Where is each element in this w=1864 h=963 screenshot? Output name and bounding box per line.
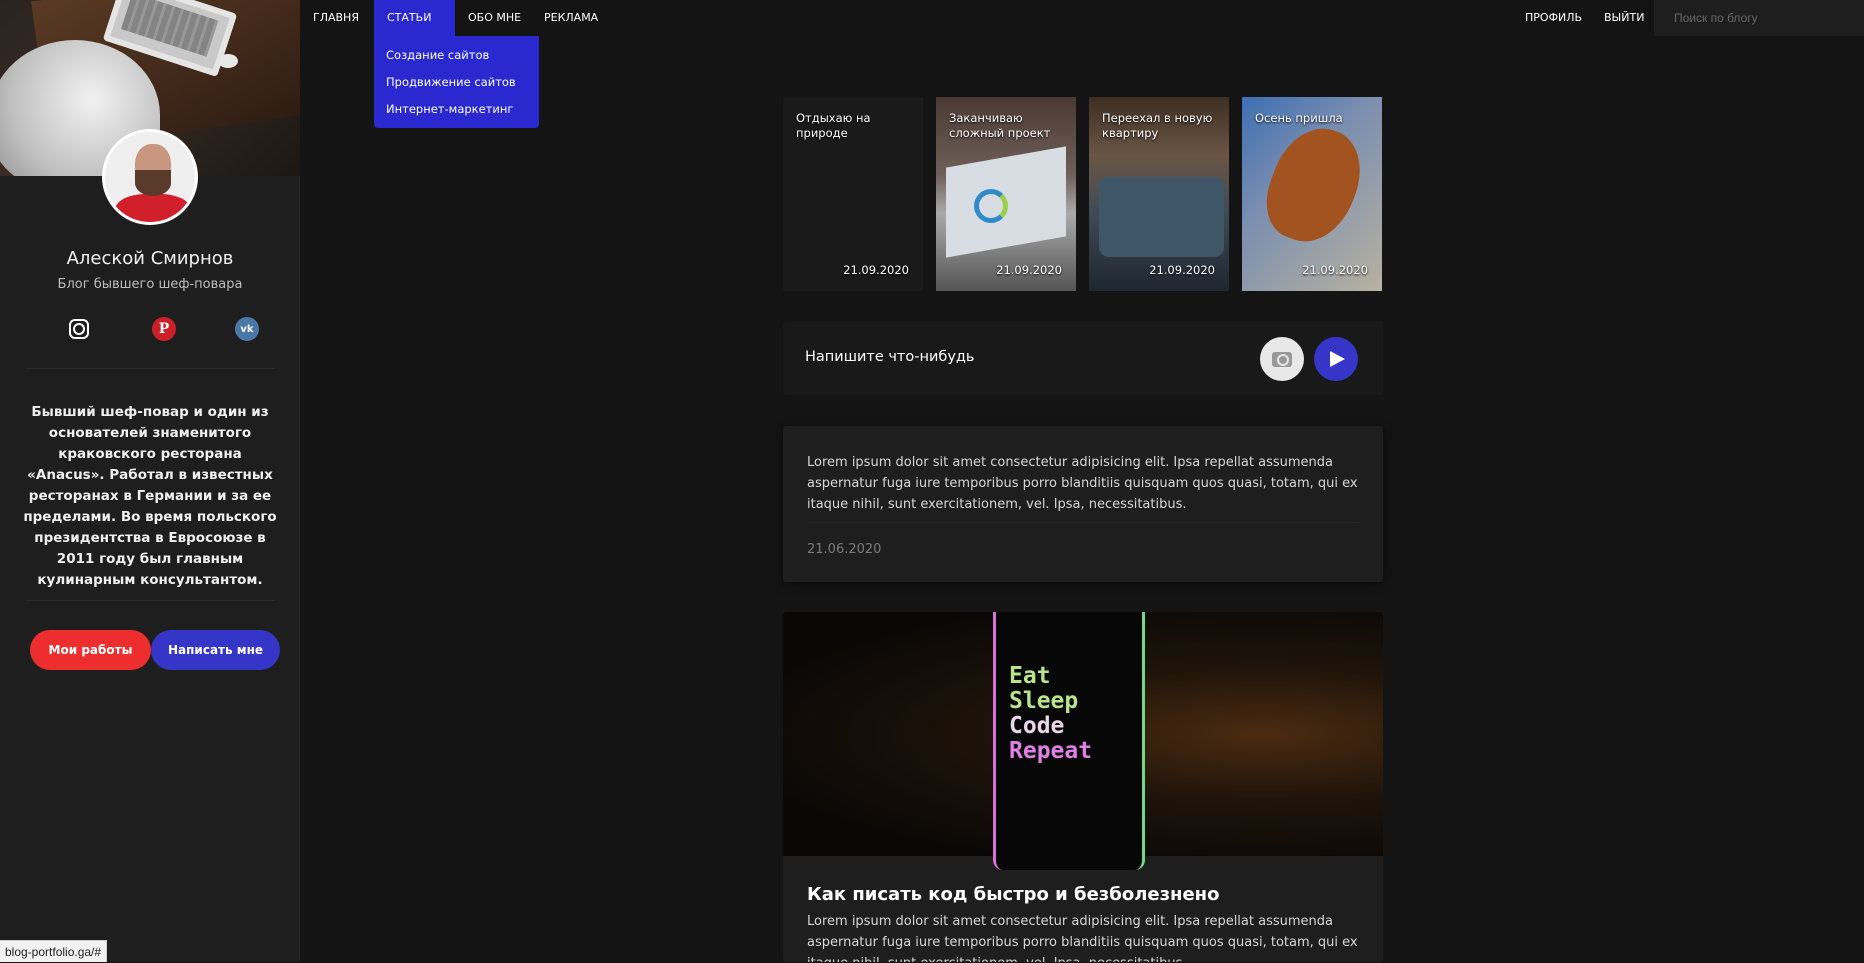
post-image[interactable]: Eat Sleep Code Repeat: [783, 612, 1383, 870]
post-composer: Напишите что-нибудь: [783, 321, 1383, 395]
camera-icon[interactable]: [1260, 337, 1304, 381]
post-title[interactable]: Как писать код быстро и безболезнено: [807, 884, 1220, 905]
image-text: Eat Sleep Code Repeat: [1009, 664, 1092, 764]
story-date: 21.09.2020: [843, 263, 909, 277]
story-title: Заканчиваю сложный проект: [949, 111, 1051, 140]
my-works-button[interactable]: Мои работы: [30, 630, 151, 670]
instagram-icon[interactable]: [69, 319, 89, 339]
story-date: 21.09.2020: [1149, 263, 1215, 277]
story-card[interactable]: Осень пришла 21.09.2020: [1242, 97, 1382, 291]
nav-logout[interactable]: ВЫЙТИ: [1591, 0, 1657, 36]
search-input[interactable]: [1654, 0, 1864, 36]
story-card[interactable]: Переехал в новую квартиру 21.09.2020: [1089, 97, 1229, 291]
story-title: Отдыхаю на природе: [796, 111, 871, 140]
dropdown-item-site-promotion[interactable]: Продвижение сайтов: [374, 69, 539, 96]
articles-dropdown: Создание сайтов Продвижение сайтов Интер…: [374, 36, 539, 128]
vk-icon[interactable]: vk: [235, 317, 259, 341]
divider: [807, 522, 1359, 523]
social-links: P vk: [0, 317, 300, 341]
image-text-line: Sleep: [1009, 688, 1079, 714]
post-date: 21.06.2020: [807, 542, 882, 557]
avatar[interactable]: [102, 129, 198, 225]
post-card: Lorem ipsum dolor sit amet consectetur a…: [783, 426, 1383, 582]
story-card[interactable]: Отдыхаю на природе 21.09.2020: [783, 97, 923, 291]
composer-input[interactable]: Напишите что-нибудь: [805, 349, 974, 365]
story-title: Переехал в новую квартиру: [1102, 111, 1213, 140]
send-icon[interactable]: [1314, 337, 1358, 381]
post-text: Lorem ipsum dolor sit amet consectetur a…: [807, 914, 1358, 962]
divider: [25, 368, 275, 369]
profile-name: Алеской Смирнов: [66, 248, 234, 269]
profile-bio: Бывший шеф-повар и один из основателей з…: [23, 404, 277, 588]
profile-subtitle: Блог бывшего шеф-повара: [57, 277, 243, 292]
story-date: 21.09.2020: [1302, 263, 1368, 277]
post-text: Lorem ipsum dolor sit amet consectetur a…: [807, 455, 1358, 512]
dropdown-item-internet-marketing[interactable]: Интернет-маркетинг: [374, 96, 539, 123]
divider: [25, 600, 275, 601]
nav-about[interactable]: ОБО МНЕ: [455, 0, 534, 36]
write-me-button[interactable]: Написать мне: [151, 630, 280, 670]
top-nav: ГЛАВНЯ СТАТЬИ ОБО МНЕ РЕКЛАМА ПРОФИЛЬ ВЫ…: [300, 0, 1864, 57]
image-text-line: Code: [1009, 713, 1065, 739]
pinterest-icon[interactable]: P: [152, 317, 176, 341]
nav-ads[interactable]: РЕКЛАМА: [531, 0, 611, 36]
image-text-line: Eat: [1009, 663, 1051, 689]
nav-home[interactable]: ГЛАВНЯ: [300, 0, 372, 36]
nav-articles[interactable]: СТАТЬИ: [374, 0, 455, 57]
story-card[interactable]: Заканчиваю сложный проект 21.09.2020: [936, 97, 1076, 291]
image-text-line: Repeat: [1009, 738, 1093, 764]
story-date: 21.09.2020: [996, 263, 1062, 277]
post-card: Eat Sleep Code Repeat Как писать код быс…: [783, 612, 1383, 962]
sidebar: Алеской Смирнов Блог бывшего шеф-повара …: [0, 0, 300, 962]
nav-articles-label: СТАТЬИ: [387, 11, 432, 24]
dropdown-item-site-creation[interactable]: Создание сайтов: [374, 42, 539, 69]
status-bar-url: blog-portfolio.ga/#: [0, 940, 108, 962]
story-title: Осень пришла: [1255, 111, 1343, 125]
stories: Отдыхаю на природе 21.09.2020 Заканчиваю…: [783, 97, 1383, 291]
nav-profile[interactable]: ПРОФИЛЬ: [1512, 0, 1595, 36]
